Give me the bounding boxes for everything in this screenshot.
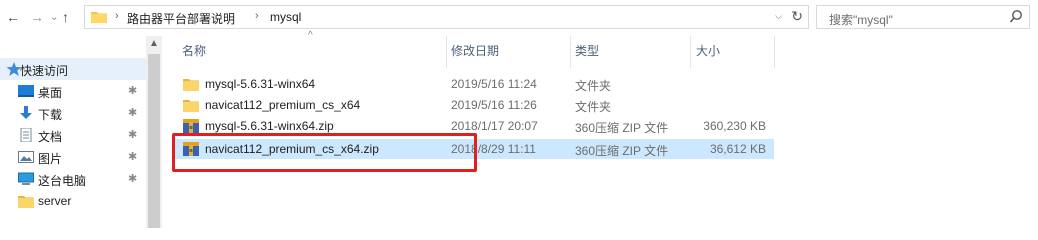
pictures-icon bbox=[18, 151, 34, 163]
pin-icon[interactable]: ✱ bbox=[128, 84, 137, 97]
nav-label: 这台电脑 bbox=[38, 174, 87, 188]
address-bar[interactable]: › 路由器平台部署说明 › mysql ⌵ ↻ bbox=[84, 5, 809, 29]
column-divider[interactable] bbox=[690, 36, 691, 68]
address-toolbar: ← → ⌄ ↑ › 路由器平台部署说明 › mysql ⌵ ↻ 搜索"mysql… bbox=[0, 0, 1038, 36]
column-divider[interactable] bbox=[570, 36, 571, 68]
column-divider[interactable] bbox=[446, 36, 447, 68]
up-arrow-icon[interactable]: ↑ bbox=[62, 9, 69, 25]
file-type: 360压缩 ZIP 文件 bbox=[575, 144, 669, 158]
column-divider[interactable] bbox=[774, 36, 775, 68]
pin-icon[interactable]: ✱ bbox=[128, 106, 137, 119]
file-size: 360,230 KB bbox=[703, 119, 766, 133]
nav-pane-scrollbar[interactable]: ▲ bbox=[146, 36, 162, 228]
address-dropdown-chevron-icon[interactable]: ⌵ bbox=[775, 11, 782, 22]
pin-icon[interactable]: ✱ bbox=[128, 128, 137, 141]
folder-icon bbox=[18, 196, 34, 208]
forward-arrow-icon[interactable]: → bbox=[30, 9, 44, 25]
file-modified: 2019/5/16 11:26 bbox=[451, 98, 537, 112]
column-header-size[interactable]: 大小 bbox=[696, 42, 720, 59]
zip-archive-icon bbox=[183, 119, 199, 133]
back-arrow-icon[interactable]: ← bbox=[6, 9, 20, 25]
file-modified: 2019/5/16 11:24 bbox=[451, 77, 537, 91]
file-size: 36,612 KB bbox=[709, 142, 766, 156]
nav-label: 文档 bbox=[38, 130, 63, 144]
column-header-type[interactable]: 类型 bbox=[575, 42, 599, 59]
red-highlight-box bbox=[172, 133, 477, 172]
folder-icon bbox=[91, 12, 107, 23]
file-name: mysql-5.6.31-winx64 bbox=[205, 77, 316, 91]
nav-label: 快速访问 bbox=[20, 64, 69, 78]
navigation-pane: 快速访问 桌面 ✱ 下载 ✱ 文档 ✱ 图片 ✱ 这台电脑 ✱ server bbox=[0, 36, 146, 228]
nav-item-server[interactable]: server bbox=[0, 190, 146, 212]
this-pc-icon bbox=[18, 172, 34, 185]
nav-item-pictures[interactable]: 图片 ✱ bbox=[0, 146, 146, 168]
breadcrumb-separator-icon[interactable]: › bbox=[115, 10, 119, 22]
recent-locations-chevron-icon[interactable]: ⌄ bbox=[50, 12, 58, 23]
file-name: navicat112_premium_cs_x64 bbox=[205, 98, 361, 112]
pin-icon[interactable]: ✱ bbox=[128, 150, 137, 163]
nav-label: 图片 bbox=[38, 152, 63, 166]
nav-label: server bbox=[38, 194, 72, 208]
breadcrumb-parent[interactable]: 路由器平台部署说明 bbox=[127, 10, 235, 27]
file-type: 文件夹 bbox=[575, 79, 612, 93]
download-icon bbox=[20, 106, 32, 119]
file-type: 文件夹 bbox=[575, 100, 612, 114]
documents-icon bbox=[20, 128, 32, 142]
folder-icon bbox=[183, 100, 199, 112]
folder-icon bbox=[183, 79, 199, 91]
pin-icon[interactable]: ✱ bbox=[128, 172, 137, 185]
file-modified: 2018/1/17 20:07 bbox=[451, 119, 538, 133]
scroll-thumb[interactable] bbox=[148, 54, 160, 228]
nav-label: 桌面 bbox=[38, 86, 63, 100]
scroll-up-icon[interactable]: ▲ bbox=[149, 38, 159, 49]
column-header-name[interactable]: 名称 bbox=[182, 42, 206, 59]
nav-quick-access[interactable]: 快速访问 bbox=[0, 58, 146, 80]
file-name: mysql-5.6.31-winx64.zip bbox=[205, 119, 334, 133]
search-input[interactable]: 搜索"mysql" bbox=[816, 5, 1030, 29]
nav-item-documents[interactable]: 文档 ✱ bbox=[0, 124, 146, 146]
column-header-modified[interactable]: 修改日期 bbox=[451, 42, 499, 59]
refresh-icon[interactable]: ↻ bbox=[791, 8, 803, 25]
breadcrumb-current[interactable]: mysql bbox=[270, 10, 301, 24]
breadcrumb-separator-icon[interactable]: › bbox=[255, 10, 259, 22]
sort-ascending-icon: ^ bbox=[308, 30, 313, 41]
file-row[interactable]: navicat112_premium_cs_x64 2019/5/16 11:2… bbox=[174, 95, 774, 115]
nav-item-downloads[interactable]: 下载 ✱ bbox=[0, 102, 146, 124]
search-icon[interactable] bbox=[1009, 9, 1023, 25]
desktop-icon bbox=[18, 85, 34, 97]
file-type: 360压缩 ZIP 文件 bbox=[575, 121, 669, 135]
nav-item-this-pc[interactable]: 这台电脑 ✱ bbox=[0, 168, 146, 190]
file-row[interactable]: mysql-5.6.31-winx64 2019/5/16 11:24 文件夹 bbox=[174, 74, 774, 94]
nav-label: 下载 bbox=[38, 108, 63, 122]
search-placeholder: 搜索"mysql" bbox=[829, 13, 893, 27]
nav-item-desktop[interactable]: 桌面 ✱ bbox=[0, 80, 146, 102]
